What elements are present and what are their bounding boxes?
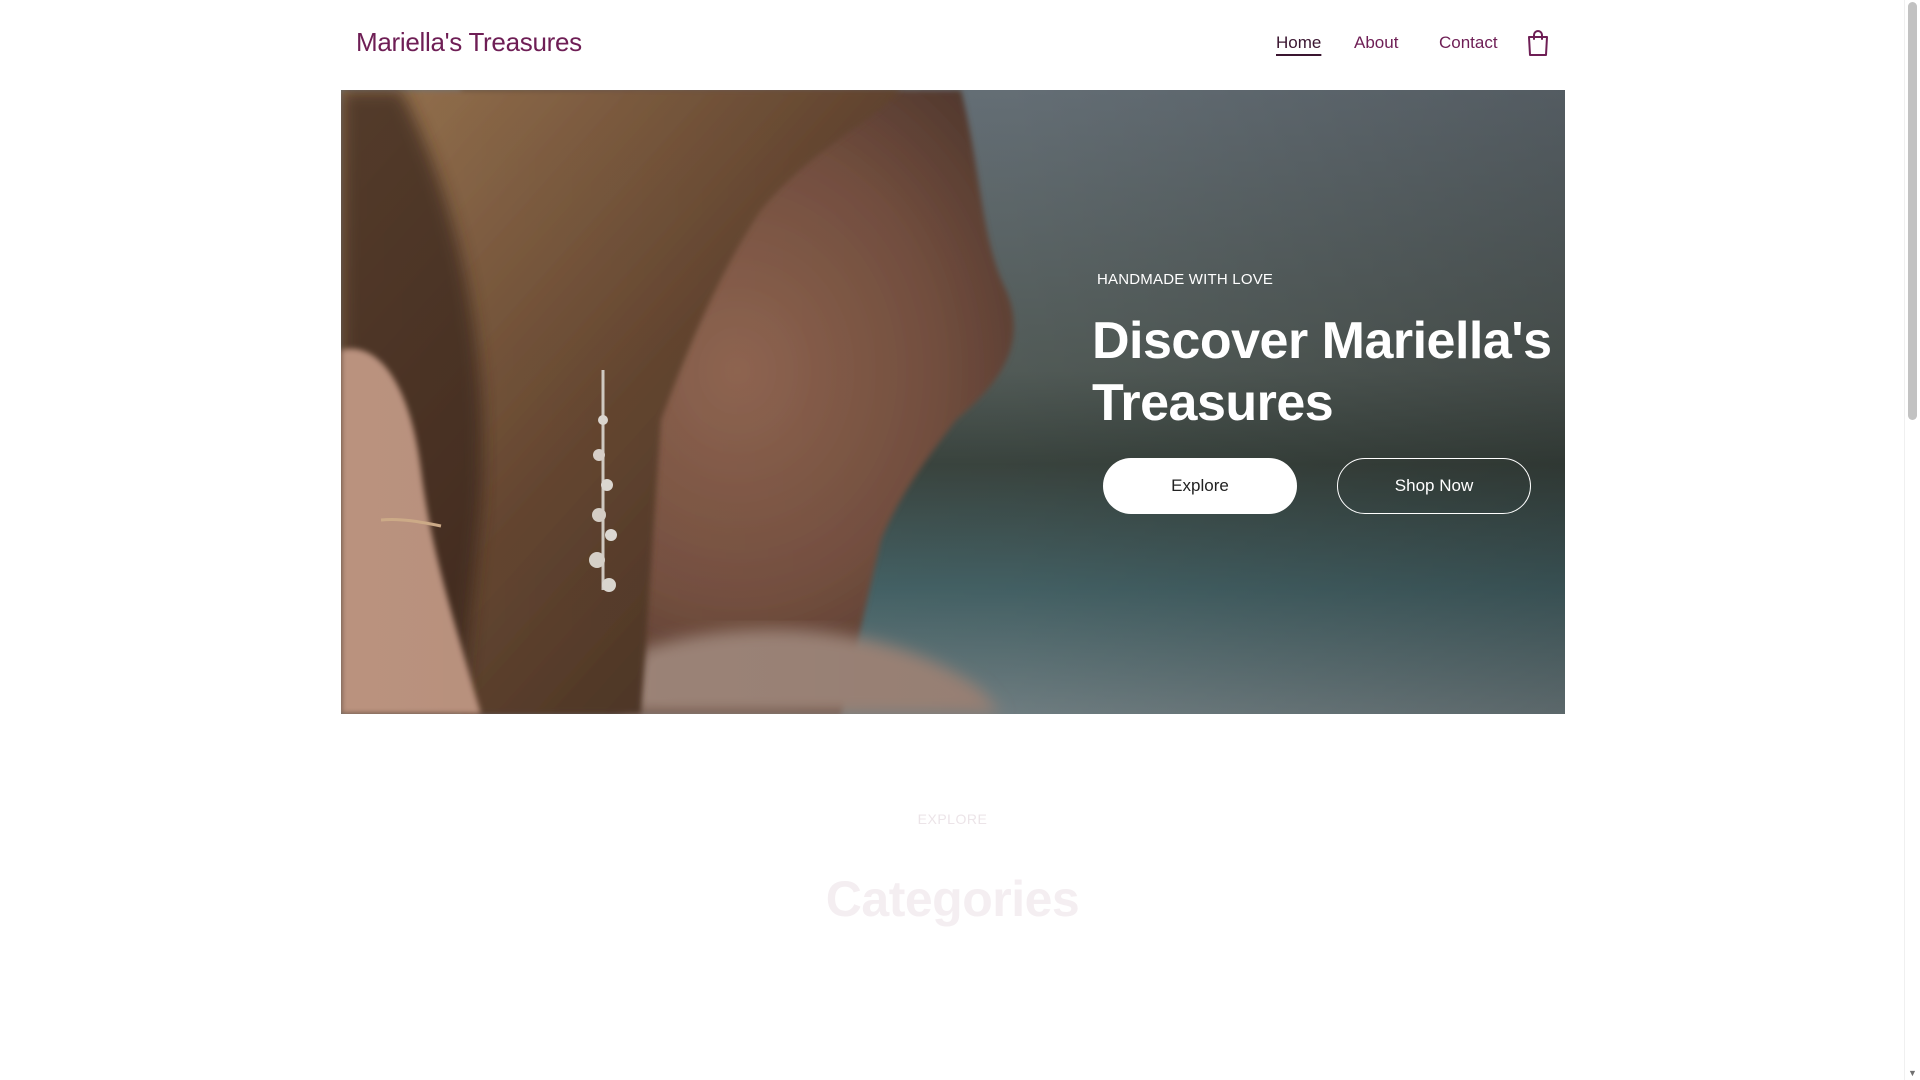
explore-button[interactable]: Explore [1103,458,1297,514]
nav-home[interactable]: Home [1276,33,1321,53]
nav-contact[interactable]: Contact [1439,33,1498,53]
site-header: Mariella's Treasures Home About Contact [341,0,1565,90]
page: Mariella's Treasures Home About Contact [0,0,1920,1080]
hero-title: Discover Mariella's Treasures [1092,312,1552,432]
hero-banner: HANDMADE WITH LOVE Discover Mariella's T… [341,90,1565,714]
scroll-thumb[interactable] [1908,2,1917,420]
hero-eyebrow: HANDMADE WITH LOVE [1097,271,1274,288]
section-eyebrow: EXPLORE [917,811,988,827]
shop-now-button[interactable]: Shop Now [1337,458,1531,514]
shopping-bag-icon[interactable] [1525,28,1551,58]
section-title: Categories [825,871,1080,927]
brand-logo[interactable]: Mariella's Treasures [356,27,582,58]
nav-about[interactable]: About [1354,33,1398,53]
scroll-down-arrow-icon[interactable]: ▼ [1908,1069,1917,1078]
vertical-scrollbar[interactable]: ▼ [1904,0,1920,1080]
